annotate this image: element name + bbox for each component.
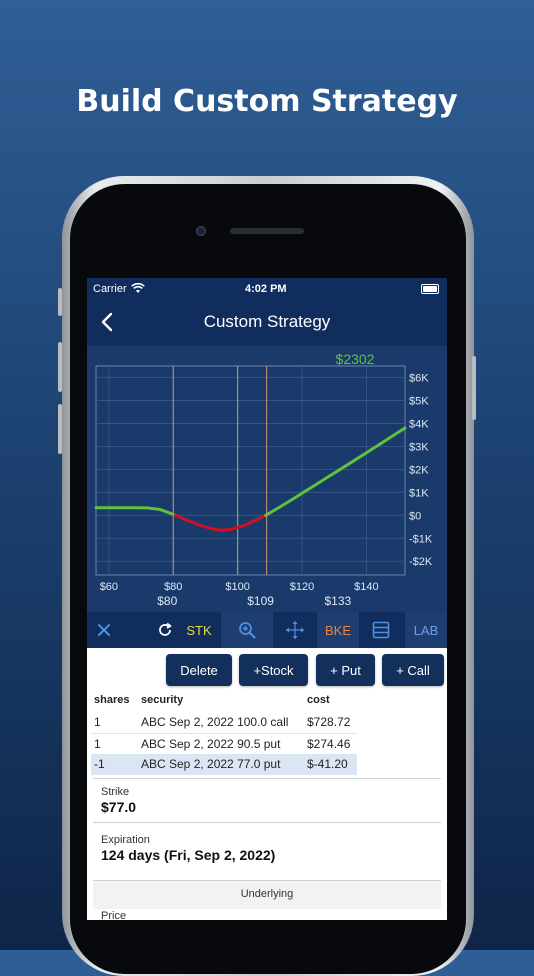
y-tick-label: $3K	[409, 441, 429, 453]
table-row[interactable]: 1 ABC Sep 2, 2022 100.0 call $728.72	[91, 712, 357, 733]
marker-label: $80	[157, 594, 177, 608]
list-icon	[372, 621, 390, 639]
x-tick-label: $60	[100, 581, 118, 593]
front-camera	[196, 226, 206, 236]
stk-label: STK	[186, 622, 212, 638]
table-row-selected[interactable]: -1 ABC Sep 2, 2022 77.0 put $-41.20	[91, 754, 357, 775]
phone-screen: Carrier 4:02 PM Custom Strategy $6K $5K $4…	[87, 278, 447, 920]
x-tick-label: $140	[354, 581, 378, 593]
y-tick-label: -$2K	[409, 556, 433, 568]
divider	[93, 778, 441, 779]
marker-label: $109	[247, 594, 274, 608]
header-security: security	[141, 694, 184, 706]
y-tick-label: $0	[409, 510, 421, 522]
add-call-button[interactable]: + Call	[382, 654, 444, 686]
chart-toolbar: STK BKE LAB	[87, 612, 447, 648]
row-cost: $728.72	[307, 715, 351, 729]
table-header: shares security cost	[91, 692, 361, 710]
row-cost: $274.46	[307, 737, 351, 751]
strike-value[interactable]: $77.0	[101, 799, 136, 815]
row-shares: 1	[94, 715, 101, 729]
phone-power-button	[472, 356, 476, 420]
phone-mute-switch	[58, 288, 62, 316]
bke-label: BKE	[324, 622, 351, 638]
header-cost: cost	[307, 694, 330, 706]
status-bar: Carrier 4:02 PM	[87, 278, 447, 300]
divider	[93, 822, 441, 823]
zoom-button[interactable]	[221, 612, 273, 648]
row-shares: 1	[94, 737, 101, 751]
payoff-line-loss	[173, 513, 268, 532]
close-button[interactable]	[87, 612, 121, 648]
row-cost: $-41.20	[307, 757, 348, 771]
delete-button[interactable]: Delete	[166, 654, 232, 686]
y-tick-label: $1K	[409, 487, 429, 499]
list-button[interactable]	[363, 612, 399, 648]
x-tick-label: $100	[225, 581, 249, 593]
payoff-chart-svg[interactable]: $6K$5K$4K$3K$2K$1K$0-$1K-$2K$60 $80 $100 $1…	[87, 346, 447, 612]
navigation-bar: Custom Strategy	[87, 300, 447, 346]
page-title: Custom Strategy	[203, 312, 331, 331]
close-icon	[98, 624, 110, 636]
add-stock-button[interactable]: +Stock	[239, 654, 308, 686]
payoff-line-profit	[264, 426, 407, 517]
refresh-button[interactable]	[151, 612, 179, 648]
underlying-section-header: Underlying	[93, 880, 441, 909]
expiration-value[interactable]: 124 days (Fri, Sep 2, 2022)	[101, 847, 275, 863]
wifi-icon	[131, 283, 145, 293]
header-shares: shares	[94, 694, 130, 706]
underlying-label: Underlying	[240, 888, 294, 900]
y-tick-label: $5K	[409, 395, 429, 407]
y-tick-label: $2K	[409, 464, 429, 476]
battery-icon	[421, 284, 439, 294]
payoff-chart[interactable]: $6K $5K $4K $3K $2K $1K $0 -$1K -$2K $60 $80 $100 $1…	[87, 346, 447, 612]
marker-label: $133	[324, 594, 351, 608]
x-tick-label: $80	[164, 581, 182, 593]
row-security: ABC Sep 2, 2022 90.5 put	[141, 737, 281, 751]
plot-frame	[95, 365, 406, 576]
table-row[interactable]: 1 ABC Sep 2, 2022 90.5 put $274.46	[91, 733, 357, 755]
y-tick-label: -$1K	[409, 533, 433, 545]
bke-button[interactable]: BKE	[317, 612, 359, 648]
phone-volume-up-button	[58, 342, 62, 392]
zoom-icon	[239, 622, 256, 639]
y-tick-label: $4K	[409, 418, 429, 430]
row-shares: -1	[94, 757, 105, 771]
status-time: 4:02 PM	[245, 283, 287, 295]
y-tick-label: $6K	[409, 372, 429, 384]
refresh-icon	[159, 622, 172, 636]
add-put-button[interactable]: + Put	[316, 654, 375, 686]
carrier-label: Carrier	[93, 283, 127, 295]
move-icon	[286, 621, 304, 639]
row-security: ABC Sep 2, 2022 77.0 put	[141, 757, 281, 771]
current-value-label: $2302	[336, 351, 375, 367]
strategy-editor: Delete +Stock + Put + Call shares securi…	[87, 648, 447, 920]
stk-button[interactable]: STK	[179, 612, 219, 648]
move-button[interactable]	[273, 612, 317, 648]
lab-button[interactable]: LAB	[405, 612, 447, 648]
strike-label: Strike	[101, 786, 130, 798]
headline: Build Custom Strategy	[76, 84, 458, 119]
lab-label: LAB	[413, 622, 439, 638]
x-tick-label: $120	[290, 581, 314, 593]
phone-volume-down-button	[58, 404, 62, 454]
row-security: ABC Sep 2, 2022 100.0 call	[141, 715, 289, 729]
earpiece-speaker	[230, 228, 304, 234]
price-label: Price	[101, 910, 127, 920]
payoff-line-profit	[94, 506, 177, 517]
expiration-label: Expiration	[101, 834, 150, 846]
